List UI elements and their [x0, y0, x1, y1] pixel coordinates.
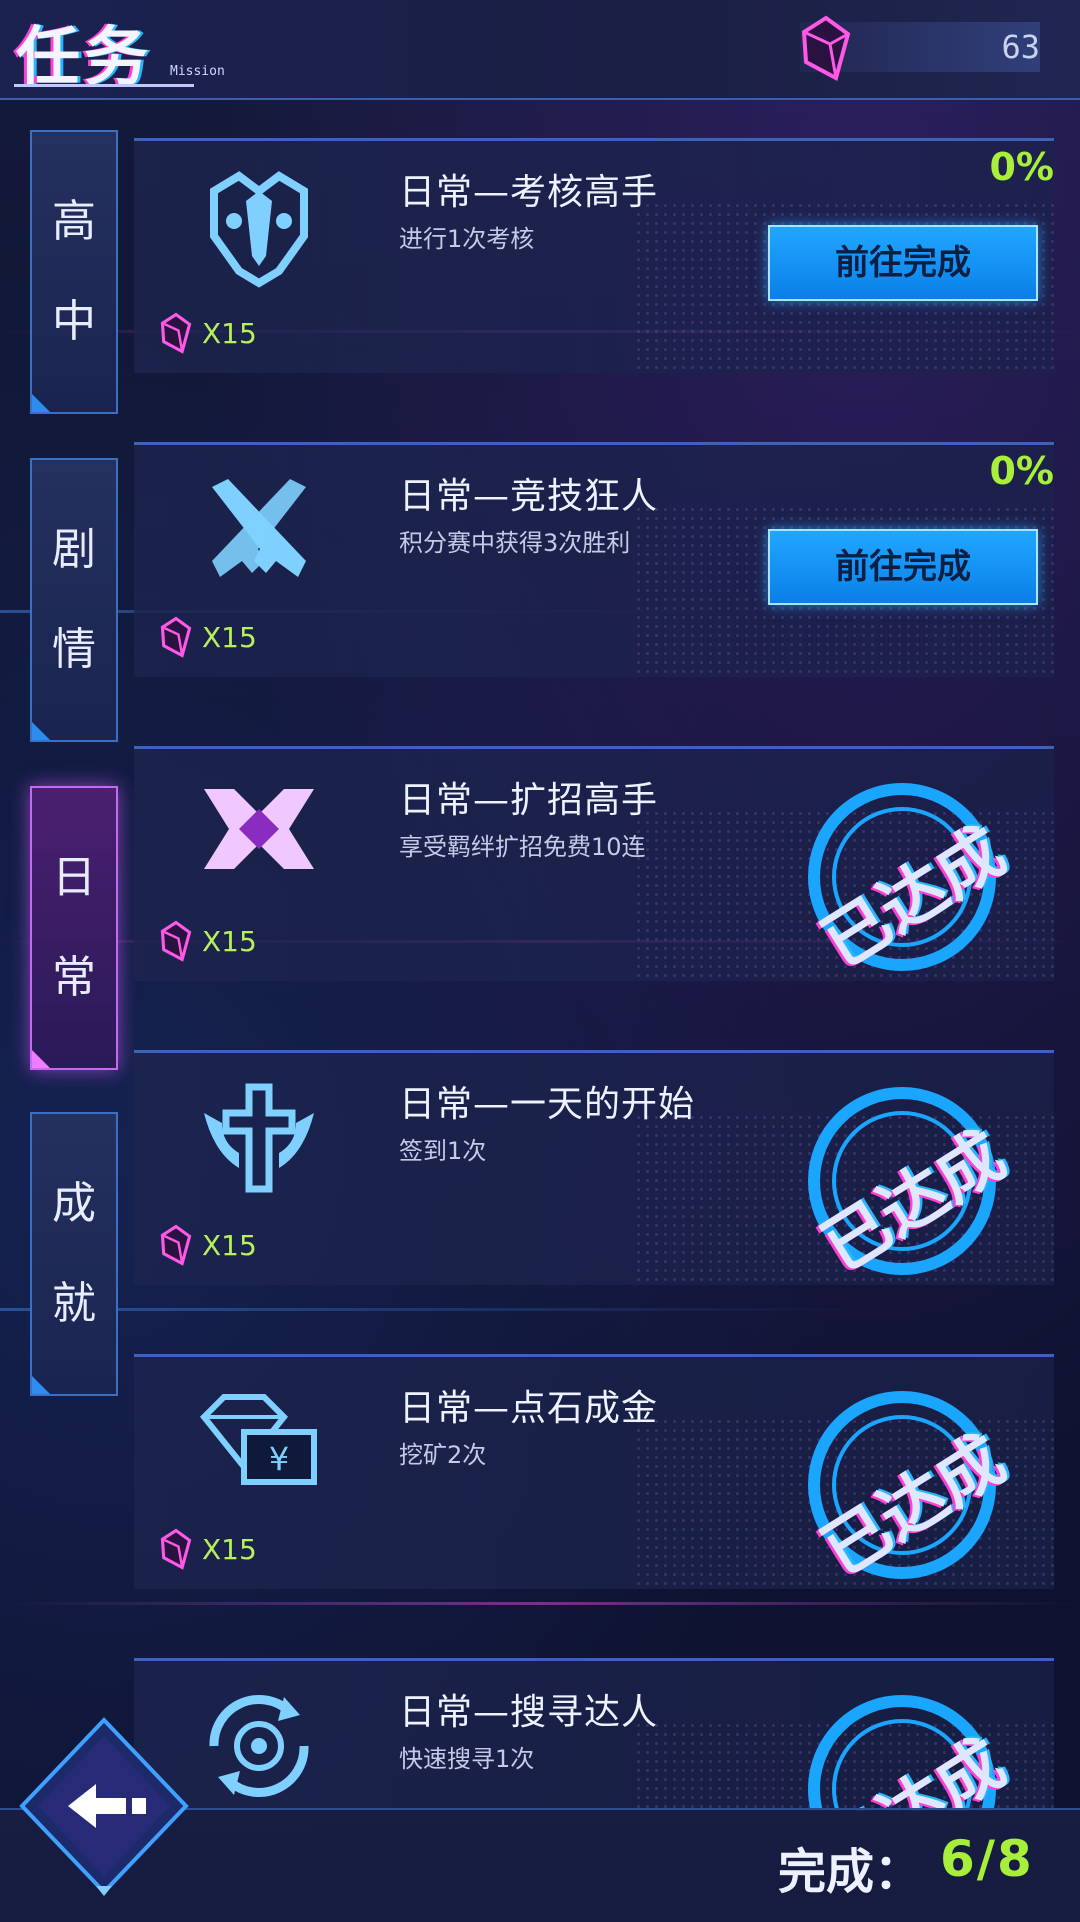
- go-complete-button[interactable]: 前往完成: [768, 529, 1038, 605]
- task-reward: X15: [160, 1223, 257, 1267]
- reward-amount: X15: [202, 1228, 257, 1262]
- task-card: 日常—竞技狂人 积分赛中获得3次胜利 X15 0% 前往完成: [134, 442, 1054, 677]
- back-button[interactable]: [14, 1714, 194, 1904]
- mask-icon: [210, 171, 308, 288]
- task-progress: 0%: [989, 145, 1054, 189]
- crest-icon: [204, 789, 314, 869]
- task-card: 日常—搜寻达人 快速搜寻1次 已达成: [134, 1658, 1054, 1811]
- task-card: 日常—一天的开始 签到1次 X15 已达成: [134, 1050, 1054, 1287]
- task-card: ¥ 日常—点石成金 挖矿2次 X15 已达成: [134, 1354, 1054, 1591]
- diamond-money-icon: ¥: [199, 1394, 317, 1485]
- complete-count: 6/8: [940, 1830, 1034, 1888]
- svg-text:¥: ¥: [269, 1440, 289, 1478]
- task-title: 日常—扩招高手: [399, 780, 659, 821]
- page-subtitle: Mission: [170, 64, 225, 79]
- task-reward: X15: [160, 919, 257, 963]
- task-reward: X15: [160, 1527, 257, 1571]
- tab-label: 常: [52, 952, 96, 1003]
- task-desc: 享受羁绊扩招免费10连: [399, 833, 646, 861]
- tab-label: 高: [52, 196, 96, 247]
- gem-count: 63: [1001, 28, 1040, 66]
- target-refresh-icon: [209, 1695, 309, 1797]
- crossed-guns-icon: [212, 479, 306, 577]
- task-title: 日常—竞技狂人: [399, 476, 659, 517]
- task-title: 日常—考核高手: [399, 172, 659, 213]
- go-complete-button[interactable]: 前往完成: [768, 225, 1038, 301]
- gem-icon: [160, 616, 192, 658]
- task-title: 日常—一天的开始: [399, 1084, 696, 1125]
- gem-icon: [801, 15, 851, 81]
- tab-label: 就: [52, 1278, 96, 1329]
- tab-label: 日: [52, 852, 96, 903]
- task-desc: 挖矿2次: [399, 1441, 487, 1469]
- tab-label: 情: [52, 624, 96, 675]
- task-title: 日常—搜寻达人: [399, 1692, 659, 1733]
- reward-amount: X15: [202, 316, 257, 350]
- header-bar: 任务 Mission 63: [0, 0, 1080, 100]
- task-reward: X15: [160, 311, 257, 355]
- tab-chengjiu[interactable]: 成 就: [30, 1112, 118, 1396]
- task-title: 日常—点石成金: [399, 1388, 659, 1429]
- task-card: 日常—扩招高手 享受羁绊扩招免费10连 X15 已达成: [134, 746, 1054, 983]
- task-desc: 快速搜寻1次: [399, 1745, 535, 1773]
- tab-gaozhong[interactable]: 高 中: [30, 130, 118, 414]
- cross-emblem-icon: [204, 1083, 314, 1193]
- task-reward: X15: [160, 615, 257, 659]
- task-desc: 签到1次: [399, 1137, 487, 1165]
- task-card: 日常—考核高手 进行1次考核 X15 0% 前往完成: [134, 138, 1054, 373]
- tab-label: 中: [52, 296, 96, 347]
- gem-icon: [160, 920, 192, 962]
- reward-amount: X15: [202, 620, 257, 654]
- gem-icon: [160, 1224, 192, 1266]
- gem-icon: [160, 1528, 192, 1570]
- gem-icon: [160, 312, 192, 354]
- task-desc: 进行1次考核: [399, 225, 535, 253]
- reward-amount: X15: [202, 924, 257, 958]
- task-desc: 积分赛中获得3次胜利: [399, 529, 631, 557]
- reward-amount: X15: [202, 1532, 257, 1566]
- bg-streak: [0, 1602, 1080, 1605]
- complete-label: 完成：: [778, 1844, 923, 1900]
- tab-label: 成: [52, 1178, 96, 1229]
- tab-juqing[interactable]: 剧 情: [30, 458, 118, 742]
- task-progress: 0%: [989, 449, 1054, 493]
- title-underline: [14, 84, 194, 87]
- tab-richang[interactable]: 日 常: [30, 786, 118, 1070]
- tab-label: 剧: [52, 524, 96, 575]
- bg-streak: [0, 1308, 1080, 1311]
